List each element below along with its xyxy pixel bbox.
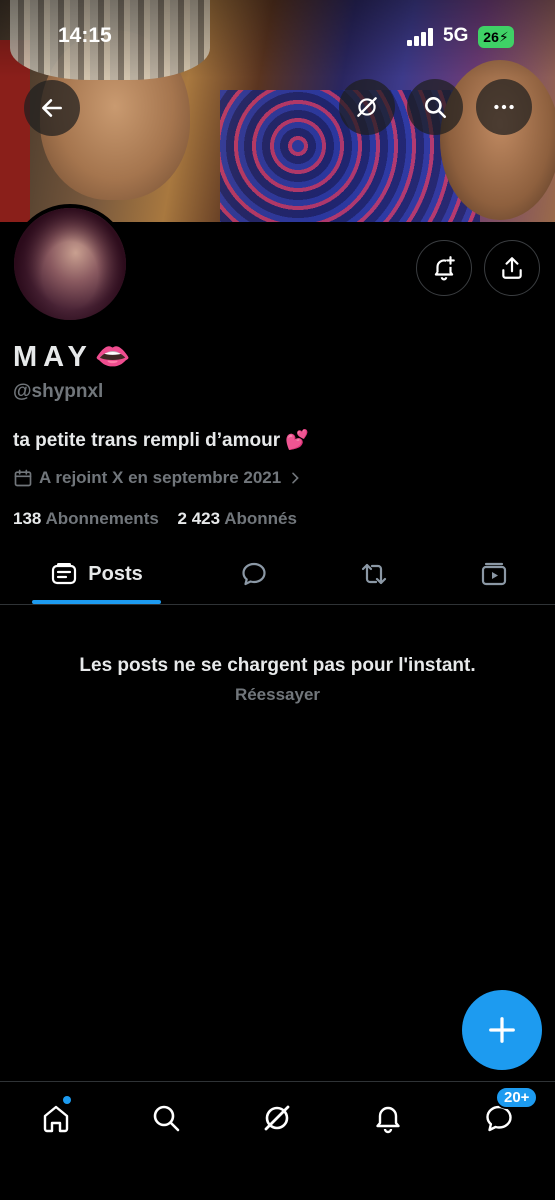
more-horizontal-icon	[494, 104, 514, 110]
plus-icon	[489, 1017, 515, 1043]
nav-grok[interactable]	[257, 1098, 297, 1138]
profile-name: MAY👄	[13, 340, 131, 374]
home-unread-dot	[63, 1096, 71, 1104]
display-name: MAY	[13, 341, 93, 373]
messages-badge: 20+	[495, 1086, 539, 1109]
search-icon	[425, 97, 447, 119]
nav-home[interactable]	[36, 1096, 76, 1138]
nav-messages[interactable]: 20+	[479, 1086, 539, 1138]
chevron-right-icon	[292, 472, 299, 484]
follow-stats: 138 Abonnements 2 423 Abonnés	[13, 509, 311, 529]
followers-label: Abonnés	[224, 509, 297, 528]
grok-button[interactable]	[339, 79, 395, 135]
tab-posts-label: Posts	[88, 562, 143, 585]
lips-emoji: 👄	[94, 341, 131, 373]
followers-count: 2 423	[177, 509, 221, 528]
bell-plus-icon	[434, 256, 455, 281]
empty-state: Les posts ne se chargent pas pour l'inst…	[0, 655, 555, 705]
hearts-emoji: 💕	[285, 430, 310, 451]
active-tab-indicator	[32, 600, 161, 604]
bio-text: ta petite trans rempli d’amour	[13, 430, 281, 451]
avatar-art	[14, 208, 126, 320]
grok-icon	[357, 97, 377, 117]
status-bar: 14:15 5G 26⚡	[0, 18, 555, 58]
tab-media[interactable]	[466, 545, 522, 603]
bottom-navigation: 20+	[0, 1081, 555, 1200]
notifications-toggle-button[interactable]	[416, 240, 472, 296]
battery-indicator: 26⚡	[478, 26, 514, 48]
network-type: 5G	[443, 25, 469, 46]
posts-icon	[52, 563, 77, 585]
profile-handle: @shypnxl	[13, 381, 104, 402]
media-icon	[481, 562, 507, 586]
share-icon	[502, 257, 522, 279]
profile-bio: ta petite trans rempli d’amour 💕	[13, 428, 309, 452]
tab-posts[interactable]: Posts	[32, 545, 161, 603]
nav-notifications[interactable]	[368, 1098, 408, 1138]
share-button[interactable]	[484, 240, 540, 296]
avatar[interactable]	[10, 204, 130, 324]
more-options-button[interactable]	[476, 79, 532, 135]
search-button[interactable]	[407, 79, 463, 135]
following-label: Abonnements	[45, 509, 159, 528]
following-link[interactable]: 138 Abonnements	[13, 509, 178, 528]
joined-date[interactable]: A rejoint X en septembre 2021	[13, 468, 303, 488]
bell-icon	[376, 1106, 400, 1134]
grok-icon	[264, 1105, 290, 1131]
arrow-left-icon	[42, 99, 62, 117]
calendar-icon	[14, 469, 32, 487]
home-icon	[43, 1105, 69, 1133]
tab-reposts[interactable]	[346, 545, 402, 603]
search-icon	[153, 1105, 180, 1132]
nav-search[interactable]	[146, 1098, 186, 1138]
signal-icon	[407, 28, 433, 46]
charging-icon: ⚡	[498, 29, 509, 45]
compose-post-button[interactable]	[462, 990, 542, 1070]
joined-label: A rejoint X en septembre 2021	[39, 468, 282, 487]
repost-icon	[361, 563, 387, 585]
battery-level: 26	[483, 29, 499, 45]
following-count: 138	[13, 509, 42, 528]
followers-link[interactable]: 2 423 Abonnés	[178, 509, 311, 528]
tab-replies[interactable]	[226, 545, 282, 603]
status-time: 14:15	[58, 24, 112, 47]
empty-state-message: Les posts ne se chargent pas pour l'inst…	[79, 655, 476, 676]
back-button[interactable]	[24, 80, 80, 136]
profile-tabs: Posts	[0, 545, 555, 605]
reply-bubble-icon	[242, 562, 266, 586]
retry-button[interactable]: Réessayer	[0, 685, 555, 705]
